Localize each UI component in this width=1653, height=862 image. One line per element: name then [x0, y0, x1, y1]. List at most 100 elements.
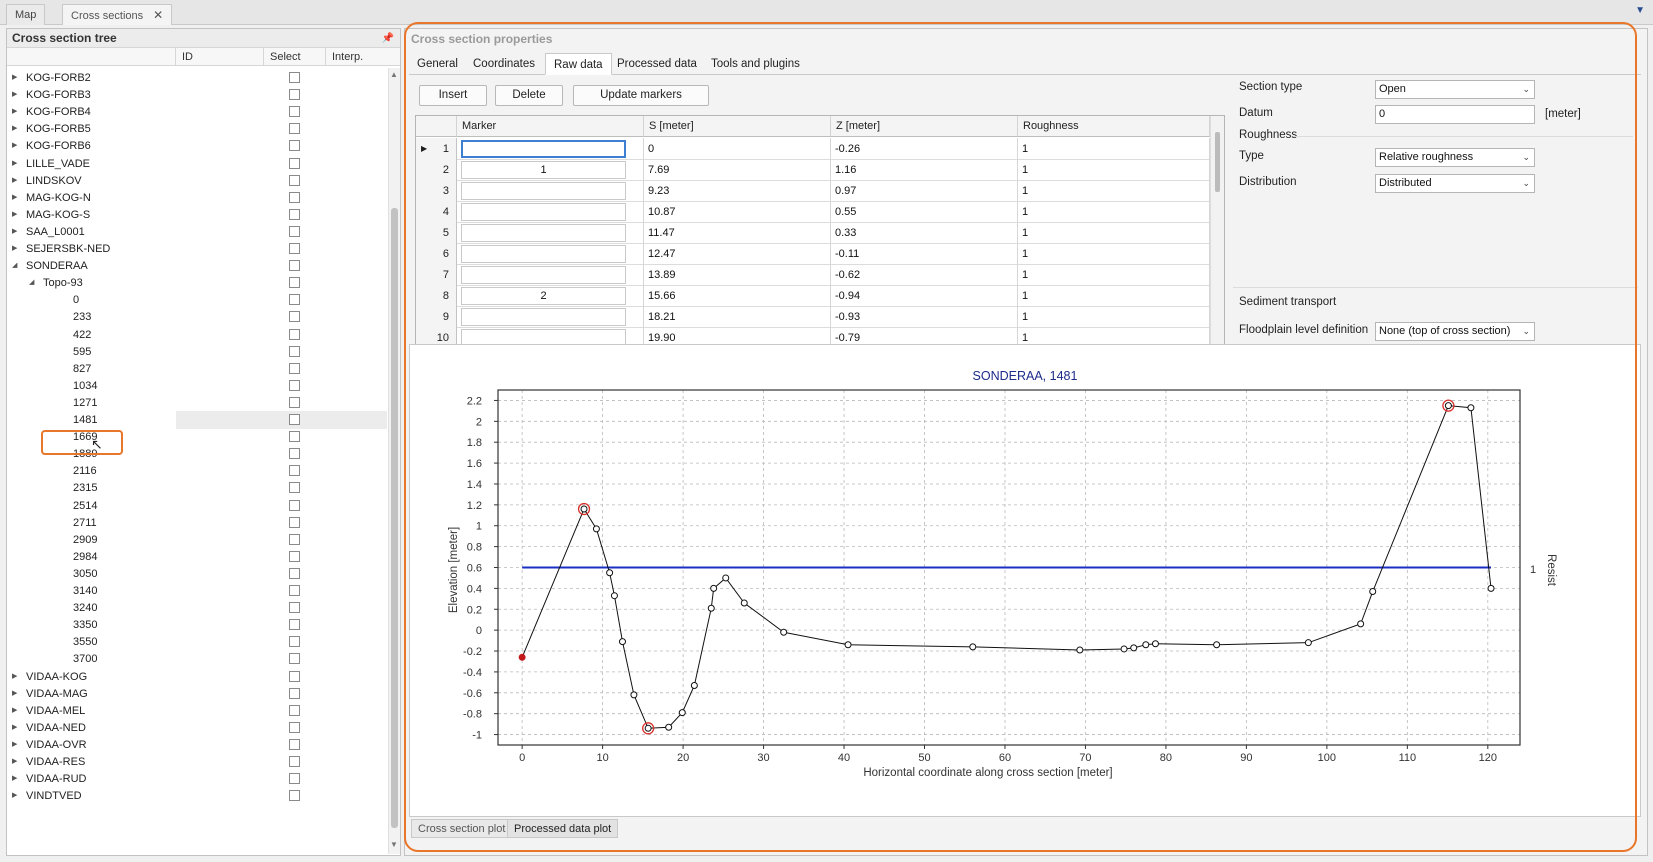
grid-cell-r[interactable]: 1 — [1018, 159, 1210, 181]
select-checkbox[interactable] — [289, 294, 300, 306]
select-checkbox[interactable] — [289, 243, 300, 254]
select-checkbox[interactable] — [289, 157, 300, 169]
tab-menu-chevron-icon[interactable]: ▼ — [1635, 5, 1645, 16]
select-checkbox[interactable] — [289, 72, 300, 83]
select-checkbox[interactable] — [289, 89, 300, 101]
tree-item[interactable]: ▶ LILLE_VADE — [7, 155, 387, 173]
marker-cell[interactable] — [457, 264, 644, 286]
select-checkbox[interactable] — [289, 738, 300, 750]
tree-item[interactable]: 233 — [7, 308, 387, 326]
expander-icon[interactable]: ▶ — [12, 223, 22, 241]
grid-scrollbar[interactable] — [1210, 116, 1224, 346]
expander-icon[interactable]: ▶ — [12, 719, 22, 737]
select-checkbox[interactable] — [289, 773, 300, 785]
tree-scrollbar-thumb[interactable] — [391, 208, 398, 828]
grid-cell-s[interactable]: 0 — [644, 138, 831, 160]
column-select[interactable]: Select — [263, 48, 325, 66]
tree-item[interactable]: ▶ KOG-FORB6 — [7, 137, 387, 155]
tab-tools-and-plugins[interactable]: Tools and plugins — [703, 53, 808, 75]
marker-input[interactable] — [461, 182, 626, 200]
tree-item[interactable]: 1034 — [7, 377, 387, 395]
select-checkbox[interactable] — [289, 311, 300, 323]
tree-item[interactable]: ▶ MAG-KOG-N — [7, 189, 387, 207]
tree-item[interactable]: ▶ KOG-FORB4 — [7, 103, 387, 121]
select-checkbox[interactable] — [289, 585, 300, 596]
tree-item[interactable]: 3240 — [7, 599, 387, 617]
tree-item[interactable]: 2711 — [7, 514, 387, 532]
scroll-down-icon[interactable]: ▼ — [390, 840, 398, 849]
tab-cross-section-plot[interactable]: Cross section plot — [411, 819, 513, 838]
cross-section-plot[interactable]: 0 10 20 30 40 50 60 70 80 90 100 110 120 -1 -0.8 -0.6 -0… — [409, 344, 1641, 817]
column-marker[interactable]: Marker — [457, 116, 644, 137]
expander-icon[interactable]: ▶ — [12, 787, 22, 805]
update-markers-button[interactable]: Update markers — [573, 85, 709, 106]
row-header[interactable]: 9 — [416, 306, 457, 328]
expander-icon[interactable]: ▶ — [12, 240, 22, 258]
select-checkbox[interactable] — [289, 328, 300, 340]
grid-cell-r[interactable]: 1 — [1018, 180, 1210, 202]
marker-input[interactable] — [461, 245, 626, 263]
select-checkbox[interactable] — [289, 687, 300, 699]
select-checkbox[interactable] — [289, 550, 300, 562]
select-checkbox[interactable] — [289, 260, 300, 272]
expander-icon[interactable]: ◢ — [29, 274, 39, 292]
expander-icon[interactable]: ▶ — [12, 753, 22, 771]
select-checkbox[interactable] — [289, 414, 300, 425]
tree-item[interactable]: 2909 — [7, 531, 387, 549]
expander-icon[interactable]: ▶ — [12, 137, 22, 155]
tree-item[interactable]: ▶ VIDAA-RES — [7, 753, 387, 771]
grid-cell-s[interactable]: 15.66 — [644, 285, 831, 307]
marker-input[interactable]: 2 — [461, 287, 626, 305]
select-checkbox[interactable] — [289, 636, 300, 648]
select-checkbox[interactable] — [289, 482, 300, 494]
marker-cell[interactable] — [457, 222, 644, 244]
select-checkbox[interactable] — [289, 567, 300, 579]
tree-item[interactable]: ▶ VIDAA-NED — [7, 719, 387, 737]
section-type-select[interactable]: Open ⌄ — [1375, 80, 1535, 99]
expander-icon[interactable]: ▶ — [12, 702, 22, 720]
select-checkbox[interactable] — [289, 704, 300, 716]
expander-icon[interactable]: ▶ — [12, 86, 22, 104]
expander-icon[interactable]: ▶ — [12, 736, 22, 754]
row-header[interactable]: 2 — [416, 159, 457, 181]
grid-cell-r[interactable]: 1 — [1018, 306, 1210, 328]
expander-icon[interactable]: ▶ — [12, 120, 22, 138]
tab-raw-data[interactable]: Raw data — [545, 53, 612, 75]
expander-icon[interactable]: ▶ — [12, 172, 22, 190]
expander-icon[interactable]: ▶ — [12, 155, 22, 173]
select-checkbox[interactable] — [289, 191, 300, 203]
tree-item[interactable]: ▶ VIDAA-RUD — [7, 770, 387, 788]
grid-cell-s[interactable]: 11.47 — [644, 222, 831, 244]
tree-item[interactable]: 1481 — [7, 411, 387, 429]
select-checkbox[interactable] — [289, 653, 300, 665]
grid-cell-s[interactable]: 9.23 — [644, 180, 831, 202]
tree-item[interactable]: ▶ LINDSKOV — [7, 172, 387, 190]
grid-cell-z[interactable]: 0.33 — [831, 222, 1018, 244]
expander-icon[interactable]: ▶ — [12, 206, 22, 224]
select-checkbox[interactable] — [289, 499, 300, 511]
grid-cell-z[interactable]: 0.97 — [831, 180, 1018, 202]
tree-item[interactable]: ▶ KOG-FORB2 — [7, 69, 387, 87]
select-checkbox[interactable] — [289, 756, 300, 767]
select-checkbox[interactable] — [289, 619, 300, 631]
select-checkbox[interactable] — [289, 431, 300, 443]
expander-icon[interactable]: ▶ — [12, 770, 22, 788]
select-checkbox[interactable] — [289, 670, 300, 682]
roughness-type-select[interactable]: Relative roughness ⌄ — [1375, 148, 1535, 167]
marker-input[interactable] — [461, 203, 626, 221]
tab-coordinates[interactable]: Coordinates — [465, 53, 543, 75]
tree-item[interactable]: 3140 — [7, 582, 387, 600]
tab-processed-data[interactable]: Processed data — [609, 53, 705, 75]
grid-cell-z[interactable]: -0.11 — [831, 243, 1018, 265]
grid-cell-s[interactable]: 18.21 — [644, 306, 831, 328]
tab-general[interactable]: General — [409, 53, 466, 75]
marker-cell[interactable]: 2 — [457, 285, 644, 307]
tab-processed-data-plot[interactable]: Processed data plot — [507, 819, 619, 838]
distribution-select[interactable]: Distributed ⌄ — [1375, 174, 1535, 193]
marker-cell[interactable] — [457, 306, 644, 328]
marker-cell[interactable]: 1 — [457, 159, 644, 181]
marker-cell[interactable] — [457, 138, 644, 160]
select-checkbox[interactable] — [289, 277, 300, 289]
marker-input[interactable] — [461, 224, 626, 242]
grid-cell-z[interactable]: 0.55 — [831, 201, 1018, 223]
